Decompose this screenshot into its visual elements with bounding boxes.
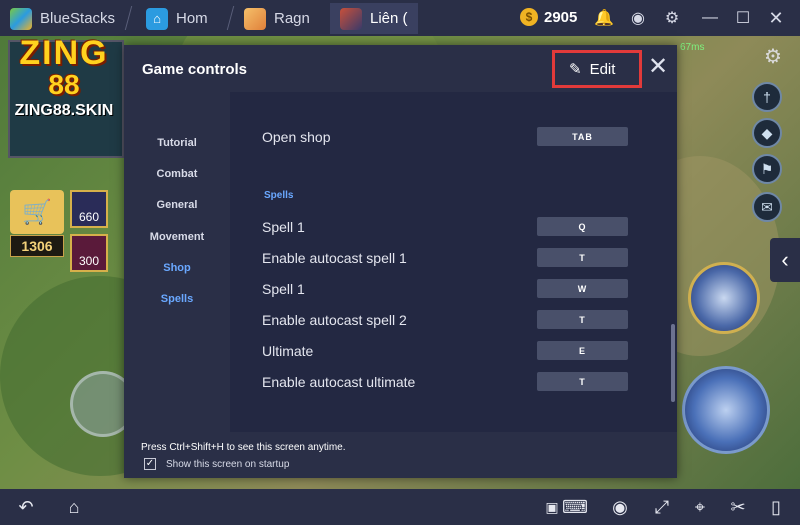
gold-counter: 1306: [10, 235, 64, 257]
fullscreen-icon[interactable]: ⤢: [650, 495, 674, 519]
nav-spells[interactable]: Spells: [124, 293, 230, 305]
game-settings-gear-icon[interactable]: ⚙: [764, 44, 782, 69]
side-panel-toggle[interactable]: ‹: [770, 238, 800, 282]
edit-highlight: ✎ Edit: [552, 50, 642, 88]
nav-combat[interactable]: Combat: [124, 168, 230, 180]
dialog-footer: Press Ctrl+Shift+H to see this screen an…: [124, 432, 677, 478]
coin-icon: $: [520, 8, 538, 26]
controls-nav: Tutorial Combat General Movement Shop Sp…: [124, 92, 230, 432]
pencil-icon: ✎: [569, 61, 582, 78]
item-slot[interactable]: 300: [70, 234, 108, 272]
logo-text: ZING: [19, 36, 109, 72]
shield-icon[interactable]: ◆: [752, 118, 782, 148]
logo-text: 88: [48, 69, 80, 100]
tab-ragnarok[interactable]: Ragn: [234, 3, 326, 34]
key-binding[interactable]: T: [537, 372, 628, 391]
key-binding[interactable]: W: [537, 279, 628, 298]
home-shape-icon[interactable]: ⌂: [62, 495, 86, 519]
keyboard-icon[interactable]: ⌨: [562, 495, 588, 519]
key-binding[interactable]: T: [537, 310, 628, 329]
checkbox-label: Show this screen on startup: [166, 459, 290, 470]
ping-indicator: 67ms: [680, 42, 705, 53]
tab-label: Hom: [176, 10, 208, 27]
phone-rotate-icon[interactable]: ▯: [764, 495, 788, 519]
bell-icon[interactable]: 🔔: [594, 8, 614, 28]
nav-general[interactable]: General: [124, 199, 230, 211]
shortcut-hint: Press Ctrl+Shift+H to see this screen an…: [141, 442, 346, 453]
title-bar: BlueStacks ⌂ Hom Ragn Liên ( $ 2905 🔔 ◉ …: [0, 0, 800, 36]
dialog-title: Game controls: [142, 61, 248, 78]
tab-bluestacks[interactable]: BlueStacks: [0, 3, 126, 34]
lien-quan-app-icon: [340, 7, 362, 30]
tab-label: BlueStacks: [40, 10, 116, 27]
key-binding[interactable]: E: [537, 341, 628, 360]
tab-label: Liên (: [370, 10, 408, 27]
skill-button[interactable]: [688, 262, 760, 334]
chat-icon[interactable]: ✉: [752, 192, 782, 222]
nav-movement[interactable]: Movement: [124, 231, 230, 243]
edit-label: Edit: [589, 60, 616, 78]
gear-icon[interactable]: ⚙: [662, 8, 682, 28]
edit-button[interactable]: ✎ Edit: [561, 56, 623, 82]
item-slot[interactable]: 660: [70, 190, 108, 228]
control-label: Enable autocast spell 1: [262, 250, 407, 266]
startup-checkbox[interactable]: ✓: [144, 458, 156, 470]
section-heading: Spells: [264, 190, 294, 201]
shop-cart-button[interactable]: 🛒: [10, 190, 64, 234]
logo-url: ZING88.SKIN: [14, 102, 114, 119]
tab-lien-quan[interactable]: Liên (: [330, 3, 418, 34]
dialog-header: Game controls ✎ Edit ✕: [124, 45, 677, 92]
lock-icon[interactable]: ▣: [540, 495, 564, 519]
control-label: Spell 1: [262, 219, 305, 235]
game-controls-dialog: Game controls ✎ Edit ✕ Tutorial Combat G…: [124, 45, 677, 478]
attack-button[interactable]: [682, 366, 770, 454]
key-binding[interactable]: Q: [537, 217, 628, 236]
scissors-icon[interactable]: ✂: [726, 495, 750, 519]
close-icon[interactable]: ✕: [766, 8, 786, 28]
ragnarok-app-icon: [244, 7, 266, 30]
sword-icon[interactable]: †: [752, 82, 782, 112]
key-binding[interactable]: T: [537, 248, 628, 267]
control-label: Spell 1: [262, 281, 305, 297]
control-label: Open shop: [262, 129, 331, 145]
bluestacks-logo-icon: [10, 7, 32, 30]
coin-balance[interactable]: $ 2905: [520, 8, 577, 26]
coin-count: 2905: [544, 8, 578, 26]
home-icon: ⌂: [146, 7, 168, 30]
flag-icon[interactable]: ⚑: [752, 154, 782, 184]
nav-shop[interactable]: Shop: [124, 262, 230, 274]
nav-tutorial[interactable]: Tutorial: [124, 137, 230, 149]
tab-home[interactable]: ⌂ Hom: [136, 3, 228, 34]
tab-label: Ragn: [274, 10, 310, 27]
item-value: 300: [78, 254, 100, 268]
minimize-icon[interactable]: —: [700, 8, 720, 28]
maximize-icon[interactable]: ☐: [733, 8, 753, 28]
location-icon[interactable]: ⌖: [688, 495, 712, 519]
control-label: Enable autocast spell 2: [262, 312, 407, 328]
back-icon[interactable]: ↶: [14, 495, 38, 519]
controls-list[interactable]: Open shop TAB Spells Spell 1 Q Enable au…: [230, 92, 677, 432]
profile-icon[interactable]: ◉: [628, 8, 648, 28]
watermark-logo: ZING 88 ZING88.SKIN: [2, 36, 126, 122]
control-label: Enable autocast ultimate: [262, 374, 416, 390]
control-label: Ultimate: [262, 343, 314, 359]
dialog-close-button[interactable]: ✕: [646, 55, 670, 79]
key-binding[interactable]: TAB: [537, 127, 628, 146]
eye-icon[interactable]: ◉: [608, 495, 632, 519]
android-nav-bar: ↶ ⌂ ▣ ⌨ ◉ ⤢ ⌖ ✂ ▯: [0, 489, 800, 525]
scrollbar[interactable]: [671, 324, 675, 402]
item-value: 660: [78, 210, 100, 224]
